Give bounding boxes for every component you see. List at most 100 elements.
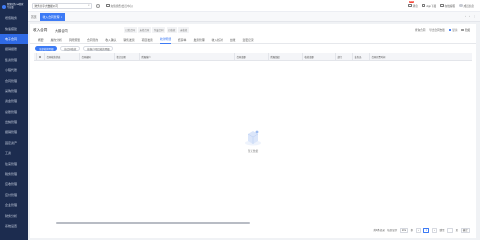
current-page-button[interactable]: 1 bbox=[423, 228, 430, 233]
section-tab[interactable]: 收入核对 bbox=[212, 36, 223, 44]
sidebar-item[interactable]: 固定资产 bbox=[0, 138, 28, 148]
main-panel: 收入合同 大鹏合同 已签合同 未签合同 作废合同 已收款 未收款 查询合同 导出合同台账… bbox=[30, 24, 476, 238]
top-bar: 财务共享大数据公司 ▾ 充值续费(会员中心) 99+ 消息 App下载 在线客服… bbox=[28, 0, 480, 12]
page-size-unit: 条 bbox=[410, 229, 414, 233]
section-tab[interactable]: 项目发票 bbox=[142, 36, 153, 44]
logo-mark-icon bbox=[2, 4, 6, 9]
app-download-button[interactable]: App下载 bbox=[421, 3, 437, 8]
next-page-button[interactable]: › bbox=[431, 228, 438, 233]
filter-button[interactable]: 全部收款明细 bbox=[35, 46, 58, 51]
section-tab[interactable]: 风险预警 bbox=[69, 36, 80, 44]
section-tab[interactable]: 变更记录 bbox=[242, 36, 253, 44]
support-label: 在线客服 bbox=[444, 4, 456, 8]
settings-icon[interactable] bbox=[96, 3, 100, 8]
show-checkbox[interactable]: 显示 bbox=[448, 28, 458, 32]
tab-home[interactable]: 首页 bbox=[28, 13, 40, 21]
filter-button[interactable]: 按客户/项目收款明细 bbox=[83, 46, 114, 51]
entity-select[interactable]: 财务共享大数据公司 ▾ bbox=[32, 2, 92, 9]
status-filter-chip[interactable]: 已签合同 bbox=[123, 27, 137, 33]
support-button[interactable]: 在线客服 bbox=[440, 3, 456, 8]
sidebar-item[interactable]: 总账管理 bbox=[0, 107, 28, 117]
checkbox-unchecked-icon bbox=[461, 28, 465, 32]
sidebar-item[interactable]: 企业管理 bbox=[0, 200, 28, 210]
messages-label: 消息 bbox=[412, 4, 418, 8]
chevron-left-icon[interactable]: ‹ bbox=[465, 14, 466, 18]
more-icon[interactable]: ⋮ bbox=[473, 14, 476, 18]
sidebar-item[interactable]: 应收管理 bbox=[0, 179, 28, 189]
sidebar-item[interactable]: 应付管理 bbox=[0, 190, 28, 200]
section-tab[interactable]: 履约分析 bbox=[51, 36, 62, 44]
sidebar-item[interactable]: 系统设置 bbox=[0, 221, 28, 231]
recharge-link[interactable]: 充值续费(会员中心) bbox=[106, 3, 133, 8]
status-filter-chip[interactable]: 已收款 bbox=[166, 27, 177, 33]
section-tab[interactable]: 收款明细 bbox=[159, 36, 172, 44]
user-label: 成员信息 bbox=[463, 4, 474, 8]
section-tab[interactable]: 发票管理 bbox=[193, 36, 204, 44]
table-header: 全选合同收款状态 合同编码 签订日期 所属客户 合同金额 所属组织 收款金额 部门 业务员合同开… bbox=[34, 53, 472, 61]
column-header[interactable]: 收款金额 bbox=[302, 53, 314, 61]
empty-box-icon bbox=[245, 130, 261, 146]
column-header[interactable]: 部门 bbox=[335, 53, 342, 61]
prev-page-button[interactable]: ‹ bbox=[415, 228, 421, 233]
user-menu[interactable]: 成员信息 bbox=[459, 3, 474, 8]
tab-income-contract-label: 收入合同管理 bbox=[42, 15, 60, 19]
filter-button[interactable]: 按合同收款 bbox=[60, 46, 81, 51]
section-tab[interactable]: 销售发票 bbox=[123, 36, 134, 44]
section-tab[interactable]: 收入确认 bbox=[105, 36, 116, 44]
select-all-checkbox[interactable]: 全选 bbox=[36, 53, 42, 61]
column-header[interactable]: 所属客户 bbox=[139, 53, 151, 61]
app-logo: 智慧财务OA管家 专业版 bbox=[0, 0, 28, 13]
column-header[interactable]: 合同金额 bbox=[234, 53, 246, 61]
sidebar-item[interactable]: 出纳管理 bbox=[0, 117, 28, 127]
empty-text: 暂无数据 bbox=[247, 150, 259, 153]
sidebar-item[interactable]: 增值税务 bbox=[0, 13, 28, 23]
section-tab[interactable]: 结算单 bbox=[178, 36, 186, 44]
column-header[interactable]: 合同收款状态 bbox=[44, 53, 60, 61]
section-tab[interactable]: 概要 bbox=[38, 36, 44, 44]
sidebar-item[interactable]: 资金管理 bbox=[0, 96, 28, 106]
section-tab[interactable]: 台账 bbox=[230, 36, 236, 44]
export-ledger-link[interactable]: 导出合同台账 bbox=[429, 28, 445, 32]
sidebar-item[interactable]: 工资 bbox=[0, 148, 28, 158]
sidebar-item[interactable]: 电子合同 bbox=[0, 33, 28, 45]
app-download-label: App下载 bbox=[426, 4, 437, 8]
sidebar-item[interactable]: 往来管理 bbox=[0, 158, 28, 168]
status-filter-chip[interactable]: 未签合同 bbox=[138, 27, 151, 33]
query-contract-link[interactable]: 查询合同 bbox=[415, 28, 425, 32]
hide-checkbox-label: 隐藏 bbox=[464, 29, 470, 32]
goto-page-input[interactable] bbox=[447, 228, 454, 233]
sidebar-item[interactable]: 采购管理 bbox=[0, 86, 28, 96]
section-tab[interactable]: 合同签约 bbox=[87, 36, 98, 44]
sidebar-item[interactable]: 报销管理 bbox=[0, 127, 28, 137]
sidebar-item[interactable]: 快速搭建 bbox=[0, 23, 28, 33]
status-filter-chip[interactable]: 未收款 bbox=[178, 27, 189, 33]
sidebar-item[interactable]: 小程代账 bbox=[0, 65, 28, 75]
hide-checkbox[interactable]: 隐藏 bbox=[461, 28, 470, 32]
show-checkbox-label: 显示 bbox=[452, 29, 458, 32]
column-header[interactable]: 所属组织 bbox=[268, 53, 280, 61]
org-selector[interactable]: 大鹏合同 bbox=[55, 28, 68, 33]
sidebar-item[interactable]: 财务分析 bbox=[0, 210, 28, 220]
sidebar-item[interactable]: 集资管理 bbox=[0, 55, 28, 65]
sidebar-item[interactable]: 税务管理 bbox=[0, 169, 28, 179]
goto-confirm-button[interactable]: 确定 bbox=[460, 228, 470, 233]
column-header[interactable]: 合同开票时间 bbox=[369, 53, 385, 61]
filter-buttons: 全部收款明细 按合同收款 按客户/项目收款明细 bbox=[30, 44, 476, 53]
messages-button[interactable]: 99+ 消息 bbox=[408, 0, 418, 8]
pagination: 共0条记录 每页显示 20 ▾ 条 ‹ 1 › 跳至 页 确定 bbox=[373, 228, 470, 233]
tab-income-contract[interactable]: 收入合同管理 × bbox=[39, 13, 66, 21]
column-header[interactable]: 合同编码 bbox=[79, 53, 91, 61]
close-icon[interactable]: × bbox=[61, 16, 62, 19]
section-tabs: 概要 履约分析 风险预警 合同签约 收入确认 销售发票 项目发票 收款明细 结算单 发票管理 收入核… bbox=[30, 36, 476, 44]
horizontal-scrollbar[interactable] bbox=[56, 222, 250, 224]
sidebar-item[interactable]: 合同管理 bbox=[0, 75, 28, 85]
chevron-right-icon[interactable]: › bbox=[469, 14, 470, 18]
recharge-label: 充值续费(会员中心) bbox=[110, 4, 133, 8]
chevron-down-icon: ▾ bbox=[404, 228, 406, 232]
column-header[interactable]: 签订日期 bbox=[114, 53, 126, 61]
page-size-select[interactable]: 20 ▾ bbox=[399, 228, 409, 233]
total-records: 共0条记录 bbox=[373, 229, 385, 233]
sidebar-item[interactable]: 报销报账 bbox=[0, 44, 28, 54]
status-filter-chip[interactable]: 作废合同 bbox=[152, 27, 165, 33]
column-header[interactable]: 业务员 bbox=[352, 53, 361, 61]
